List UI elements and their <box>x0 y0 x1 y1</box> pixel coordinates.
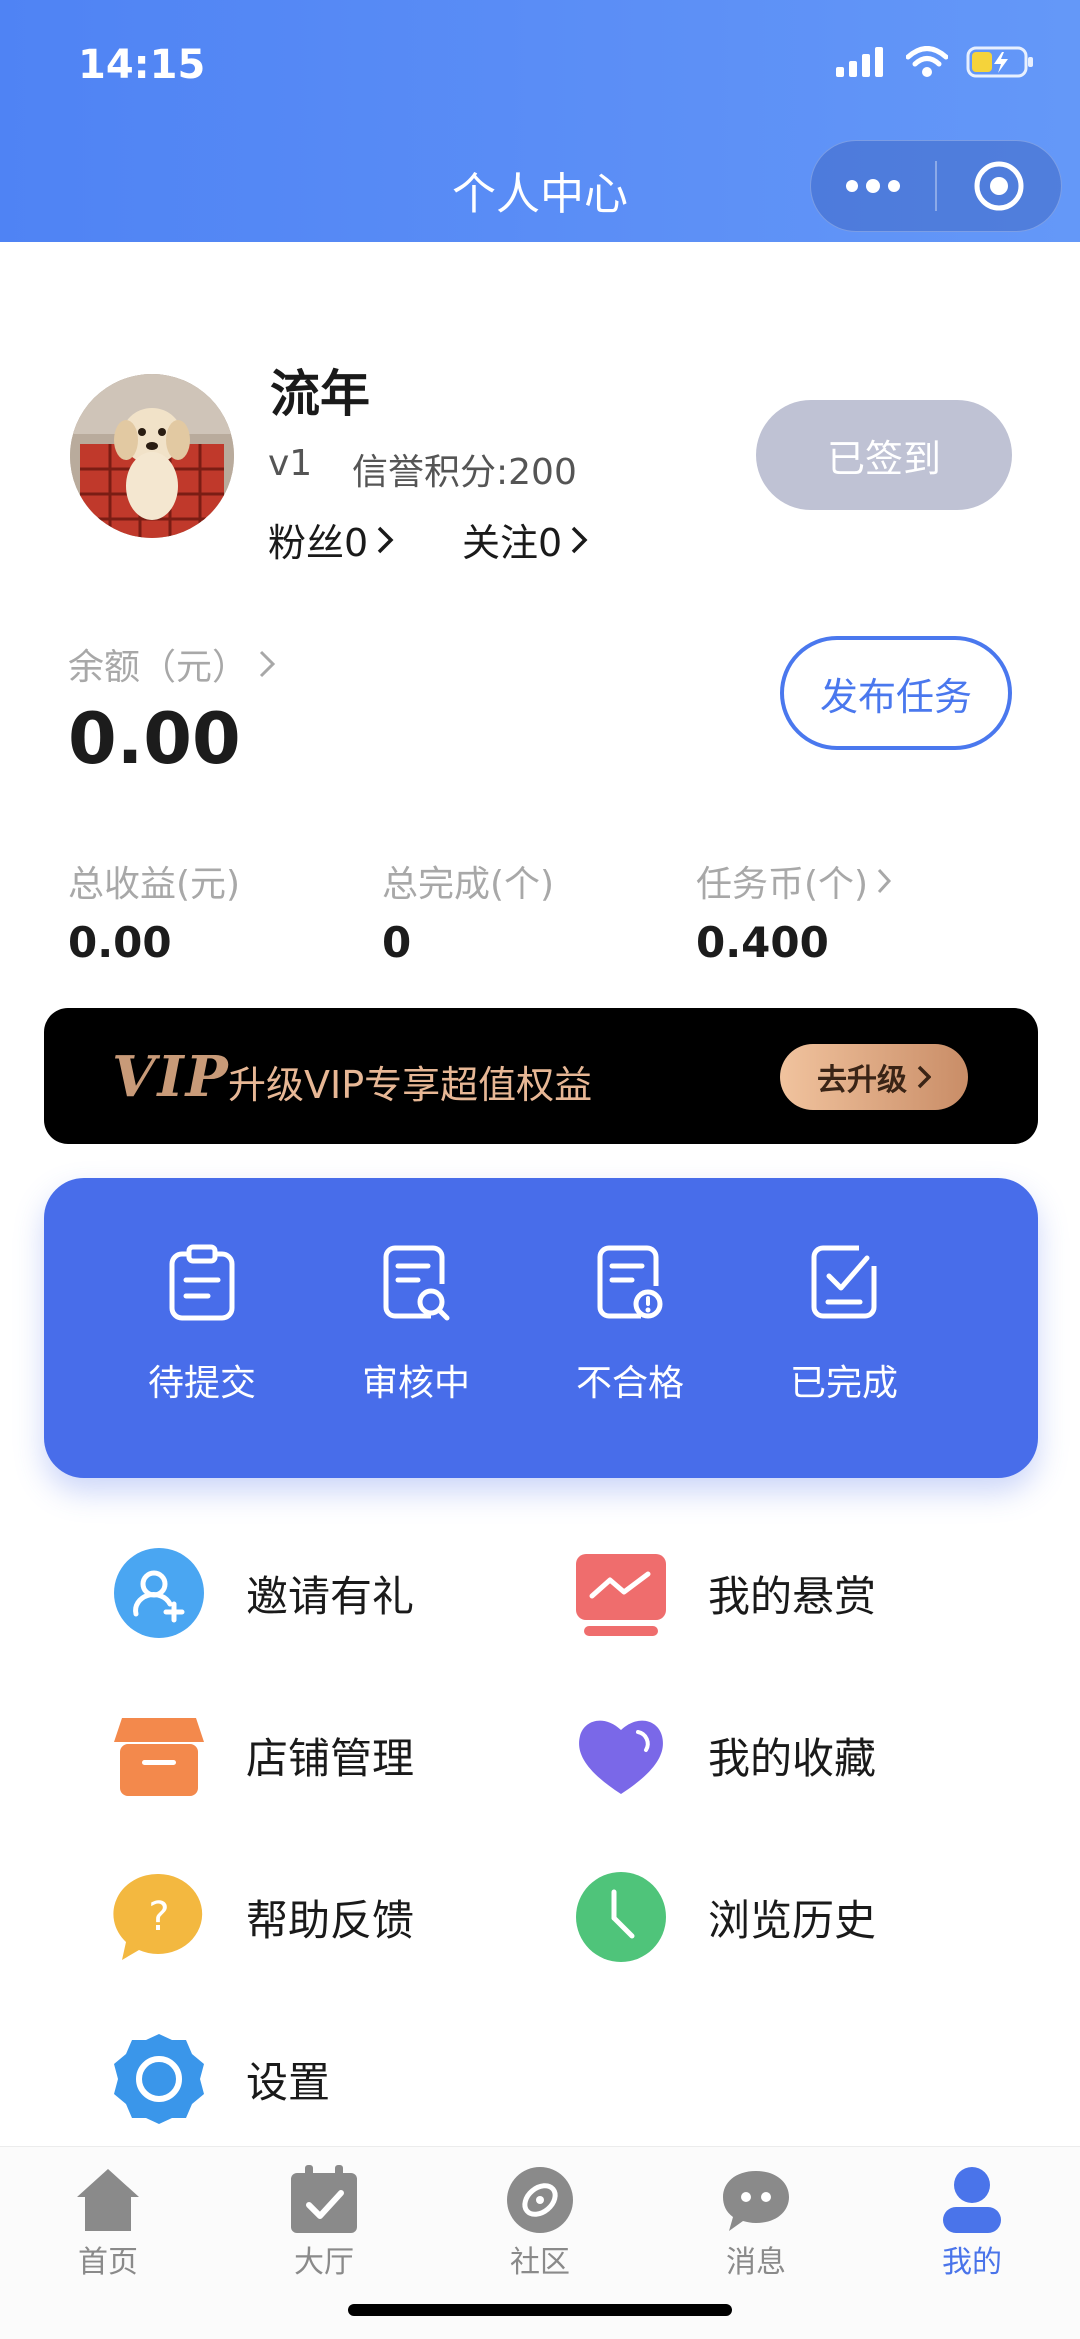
menu-my-reward[interactable]: 我的悬赏 <box>574 1546 876 1640</box>
total-income-label: 总收益(元) <box>68 855 240 907</box>
shop-icon <box>114 1718 204 1796</box>
document-check-icon <box>811 1245 877 1319</box>
clipboard-icon <box>169 1244 235 1321</box>
menu-shop-manage[interactable]: 店铺管理 <box>112 1708 414 1802</box>
stat-label-text: 任务币(个) <box>696 864 869 905</box>
target-icon <box>974 161 1024 211</box>
calendar-check-icon <box>291 2165 357 2233</box>
total-income-value: 0.00 <box>68 918 172 967</box>
menu-label: 店铺管理 <box>246 1733 415 1783</box>
fans-link[interactable]: 粉丝0 <box>268 512 394 567</box>
profile-page: 14:15 个人中心 流年 v1 信誉积分:200 粉丝0 关注0 已签到 余额… <box>0 0 1080 2339</box>
vip-banner[interactable]: VIP 升级VIP专享超值权益 去升级 <box>44 1008 1038 1144</box>
task-status-card: 待提交 审核中 不合格 已完成 <box>44 1178 1038 1478</box>
signed-in-button[interactable]: 已签到 <box>756 400 1012 510</box>
nickname: 流年 <box>270 365 370 423</box>
mini-program-capsule <box>810 140 1062 232</box>
task-rejected[interactable]: 不合格 <box>530 1244 730 1406</box>
menu-browse-history[interactable]: 浏览历史 <box>574 1870 876 1964</box>
avatar[interactable] <box>70 374 234 538</box>
chevron-right-icon <box>917 1065 931 1089</box>
tab-label: 消息 <box>726 2245 786 2280</box>
vip-logo: VIP <box>112 1044 230 1110</box>
tab-community[interactable]: 社区 <box>470 2165 610 2281</box>
total-completed-value: 0 <box>382 918 412 967</box>
menu-label: 邀请有礼 <box>246 1571 415 1621</box>
menu-label: 帮助反馈 <box>246 1895 415 1945</box>
invite-user-icon <box>114 1548 204 1638</box>
menu-help-feedback[interactable]: ? 帮助反馈 <box>112 1870 414 1964</box>
more-dots-icon <box>846 179 900 193</box>
tab-label: 我的 <box>942 2245 1002 2280</box>
follow-label: 关注0 <box>462 521 563 565</box>
tab-messages[interactable]: 消息 <box>686 2165 826 2281</box>
avatar-dog-image <box>70 374 234 538</box>
upgrade-button[interactable]: 去升级 <box>780 1044 968 1110</box>
menu-label: 设置 <box>246 2057 331 2107</box>
task-label: 已完成 <box>789 1363 898 1404</box>
tab-label: 大厅 <box>294 2245 354 2280</box>
home-indicator <box>348 2304 732 2316</box>
stat-label-text: 总收益(元) <box>68 864 241 905</box>
fans-label: 粉丝0 <box>268 521 369 565</box>
menu-label: 浏览历史 <box>708 1895 877 1945</box>
tab-mine[interactable]: 我的 <box>902 2165 1042 2281</box>
chevron-right-icon <box>877 868 892 894</box>
task-label: 审核中 <box>361 1363 470 1404</box>
task-under-review[interactable]: 审核中 <box>316 1244 516 1406</box>
balance-label: 余额（元） <box>68 647 249 688</box>
task-label: 不合格 <box>575 1363 684 1404</box>
battery-charging-icon <box>966 46 1033 78</box>
follow-link[interactable]: 关注0 <box>462 512 588 567</box>
reward-chart-icon <box>576 1554 666 1636</box>
user-level: v1 <box>268 443 313 484</box>
close-mini-program-button[interactable] <box>937 140 1061 232</box>
header-bar: 14:15 个人中心 <box>0 0 1080 242</box>
task-coin-value: 0.400 <box>696 918 829 967</box>
chevron-right-icon <box>571 526 588 553</box>
user-icon <box>943 2167 1001 2233</box>
svg-text:?: ? <box>148 1894 169 1940</box>
menu-invite[interactable]: 邀请有礼 <box>112 1546 414 1640</box>
menu-label: 我的悬赏 <box>708 1571 877 1621</box>
tab-home[interactable]: 首页 <box>38 2165 178 2281</box>
status-icons <box>836 46 1036 78</box>
menu-settings[interactable]: 设置 <box>112 2032 330 2126</box>
tab-label: 社区 <box>510 2245 570 2280</box>
menu-label: 我的收藏 <box>708 1733 877 1783</box>
task-completed[interactable]: 已完成 <box>744 1244 944 1406</box>
home-icon <box>77 2169 139 2231</box>
tab-hall[interactable]: 大厅 <box>254 2165 394 2281</box>
stat-label-text: 总完成(个) <box>382 864 555 905</box>
vip-promo-text: 升级VIP专享超值权益 <box>228 1063 593 1107</box>
compass-icon <box>507 2167 573 2233</box>
wifi-icon <box>906 46 948 77</box>
signal-icon <box>836 47 883 77</box>
heart-icon <box>579 1720 663 1794</box>
document-search-icon <box>383 1245 450 1321</box>
task-pending-submit[interactable]: 待提交 <box>102 1244 302 1406</box>
status-time: 14:15 <box>78 42 206 88</box>
clock-icon <box>576 1872 666 1962</box>
balance-link[interactable]: 余额（元） <box>68 638 276 690</box>
credit-score: 信誉积分:200 <box>352 452 577 493</box>
task-coin-link[interactable]: 任务币(个) <box>696 855 892 907</box>
chat-icon <box>723 2171 789 2231</box>
tab-label: 首页 <box>78 2245 138 2280</box>
chevron-right-icon <box>377 526 394 553</box>
balance-value: 0.00 <box>68 698 241 780</box>
menu-favorites[interactable]: 我的收藏 <box>574 1708 876 1802</box>
total-completed-label: 总完成(个) <box>382 855 554 907</box>
publish-task-button[interactable]: 发布任务 <box>780 636 1012 750</box>
upgrade-label: 去升级 <box>817 1063 907 1098</box>
task-label: 待提交 <box>147 1363 256 1404</box>
gear-icon <box>114 2034 204 2124</box>
chevron-right-icon <box>259 650 276 678</box>
help-bubble-icon: ? <box>113 1873 203 1960</box>
document-alert-icon <box>597 1245 663 1319</box>
more-button[interactable] <box>811 140 935 232</box>
